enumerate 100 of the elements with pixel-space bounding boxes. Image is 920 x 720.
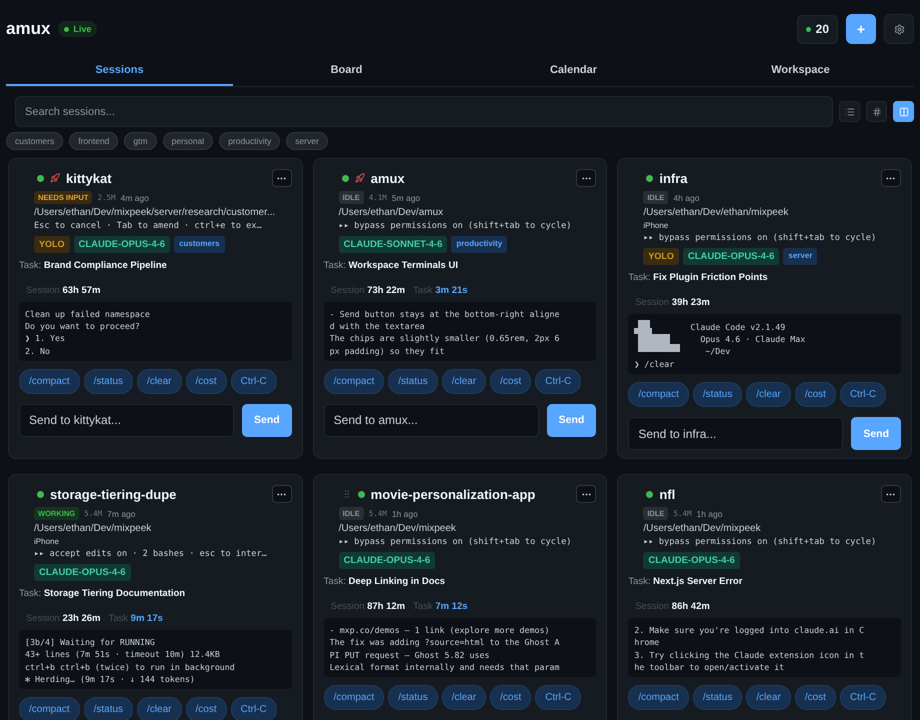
terminal-line: [3b/4] Waiting for RUNNING: [25, 636, 156, 648]
command-chip[interactable]: Ctrl-C: [535, 685, 582, 710]
command-chip[interactable]: Ctrl-C: [230, 697, 277, 720]
terminal-line: The fix was adding ?source=html to the Ghost A: [330, 636, 560, 649]
filter-chip[interactable]: gtm: [124, 132, 157, 150]
session-age: 4m ago: [120, 192, 149, 202]
terminal-line: Do you want to proceed?: [25, 320, 141, 332]
terminal-line: 2. Make sure you're logged into claude.ai in C: [634, 624, 866, 636]
terminal-line: px padding) so they fit: [330, 344, 446, 357]
task-title: Task: Brand Compliance Pipeline: [19, 260, 168, 271]
status-dot: [37, 490, 44, 498]
view-toggle-button[interactable]: [866, 101, 887, 122]
message-field[interactable]: Send to amux...: [324, 404, 539, 437]
filter-chip[interactable]: productivity: [219, 132, 280, 150]
command-chip[interactable]: /compact: [324, 368, 384, 394]
message-field[interactable]: Send to kittykat...: [19, 404, 234, 437]
filter-chip[interactable]: customers: [6, 132, 64, 150]
more-button[interactable]: [272, 169, 292, 187]
command-chip[interactable]: Ctrl-C: [230, 368, 277, 394]
task-title: Task: Workspace Terminals UI: [324, 260, 459, 271]
session-tag: productivity: [451, 236, 508, 253]
terminal-line: Claude Code v2.1.49: [690, 320, 786, 333]
session-age: 4h ago: [673, 192, 700, 202]
terminal-line: ❯ /clear: [634, 358, 676, 370]
command-chip[interactable]: /status: [692, 382, 742, 408]
command-chip[interactable]: Ctrl-C: [535, 368, 582, 394]
command-chip[interactable]: /clear: [442, 368, 486, 394]
nav-tab[interactable]: Calendar: [460, 52, 687, 86]
status-dot: [358, 490, 365, 498]
command-chip[interactable]: /status: [692, 685, 742, 710]
command-chip[interactable]: /cost: [186, 368, 227, 394]
more-button[interactable]: [272, 485, 292, 504]
more-button[interactable]: [576, 485, 596, 504]
filter-chip[interactable]: frontend: [69, 132, 118, 150]
status-dot: [37, 174, 44, 182]
session-age: 1h ago: [696, 508, 722, 519]
terminal-line: d with the textarea: [330, 320, 426, 332]
command-chip[interactable]: /cost: [794, 382, 836, 408]
session-age: 7m ago: [107, 508, 136, 519]
prompt-status: ▸▸ bypass permissions on (shift+tab to cycle): [643, 233, 878, 243]
command-chip[interactable]: /clear: [137, 697, 182, 720]
view-toggle-button[interactable]: [839, 101, 860, 122]
command-chip[interactable]: /clear: [746, 382, 791, 408]
status-dot: [646, 174, 654, 182]
command-chip[interactable]: /compact: [628, 382, 689, 408]
task-title: Task: Next.js Server Error: [628, 576, 744, 588]
prompt-status: ▸▸ accept edits on · 2 bashes · esc to inter…: [34, 549, 268, 560]
command-chip[interactable]: /cost: [490, 368, 532, 394]
command-chip[interactable]: /status: [388, 368, 438, 394]
session-name: nfl: [659, 486, 676, 502]
more-button[interactable]: [880, 485, 901, 504]
command-chip[interactable]: Ctrl-C: [840, 382, 886, 408]
session-count-button[interactable]: 20: [796, 14, 838, 44]
command-chip[interactable]: /clear: [137, 368, 182, 394]
session-name: amux: [370, 170, 405, 186]
terminal-line: ❯ 1. Yes: [25, 332, 66, 345]
session-path: /Users/ethan/Dev/ethan/mixpeek: [643, 207, 790, 218]
terminal-line: he toolbar to open/activate it: [634, 660, 786, 674]
command-chip[interactable]: /status: [84, 697, 134, 720]
command-chip[interactable]: /clear: [746, 685, 791, 710]
task-title: Task: Storage Tiering Documentation: [19, 588, 186, 600]
filter-chip[interactable]: server: [286, 132, 328, 150]
status-dot: [646, 490, 654, 498]
session-tag: CLAUDE-OPUS-4-6: [74, 236, 170, 253]
terminal-line: ✻ Herding… (9m 17s · ↓ 144 tokens): [25, 672, 196, 686]
command-chip[interactable]: /cost: [186, 697, 227, 720]
view-toggle-button[interactable]: [893, 101, 914, 122]
session-tag: YOLO: [34, 236, 70, 253]
filter-chip[interactable]: personal: [162, 132, 214, 150]
command-chip[interactable]: /compact: [628, 685, 689, 710]
command-chip[interactable]: /status: [84, 368, 134, 394]
session-tag: customers: [174, 236, 225, 253]
command-chip[interactable]: /cost: [794, 685, 836, 710]
more-button[interactable]: [880, 169, 901, 187]
search-field[interactable]: Search sessions...: [15, 96, 833, 127]
nav-tab[interactable]: Sessions: [6, 52, 233, 86]
message-field[interactable]: Send to infra...: [628, 417, 844, 450]
session-tag: CLAUDE-OPUS-4-6: [34, 564, 131, 582]
command-chip[interactable]: /compact: [19, 697, 80, 720]
command-chip[interactable]: /status: [388, 685, 438, 710]
command-chip[interactable]: /cost: [490, 685, 532, 710]
session-tag: CLAUDE-OPUS-4-6: [643, 552, 740, 570]
columns-icon: [898, 106, 908, 116]
session-name: storage-tiering-dupe: [50, 486, 176, 502]
settings-button[interactable]: [884, 14, 914, 44]
task-title: Task: Fix Plugin Friction Points: [628, 272, 769, 283]
prompt-status: Esc to cancel · Tab to amend · ctrl+e to ex…: [34, 221, 263, 231]
more-button[interactable]: [576, 169, 596, 187]
session-age: 5m ago: [392, 192, 420, 202]
session-tag: server: [783, 248, 818, 265]
terminal-line: hrome: [634, 636, 660, 649]
terminal-line: Opus 4.6 · Claude Max: [699, 332, 806, 346]
session-path: /Users/ethan/Dev/amux: [338, 207, 444, 218]
command-chip[interactable]: /clear: [442, 685, 486, 710]
nav-tab[interactable]: Workspace: [687, 52, 914, 86]
command-chip[interactable]: Ctrl-C: [840, 685, 886, 710]
command-chip[interactable]: /compact: [324, 685, 384, 710]
nav-tab[interactable]: Board: [233, 52, 460, 86]
command-chip[interactable]: /compact: [19, 368, 80, 394]
terminal-line: 3. Try clicking the Claude extension icon in t: [634, 648, 866, 661]
